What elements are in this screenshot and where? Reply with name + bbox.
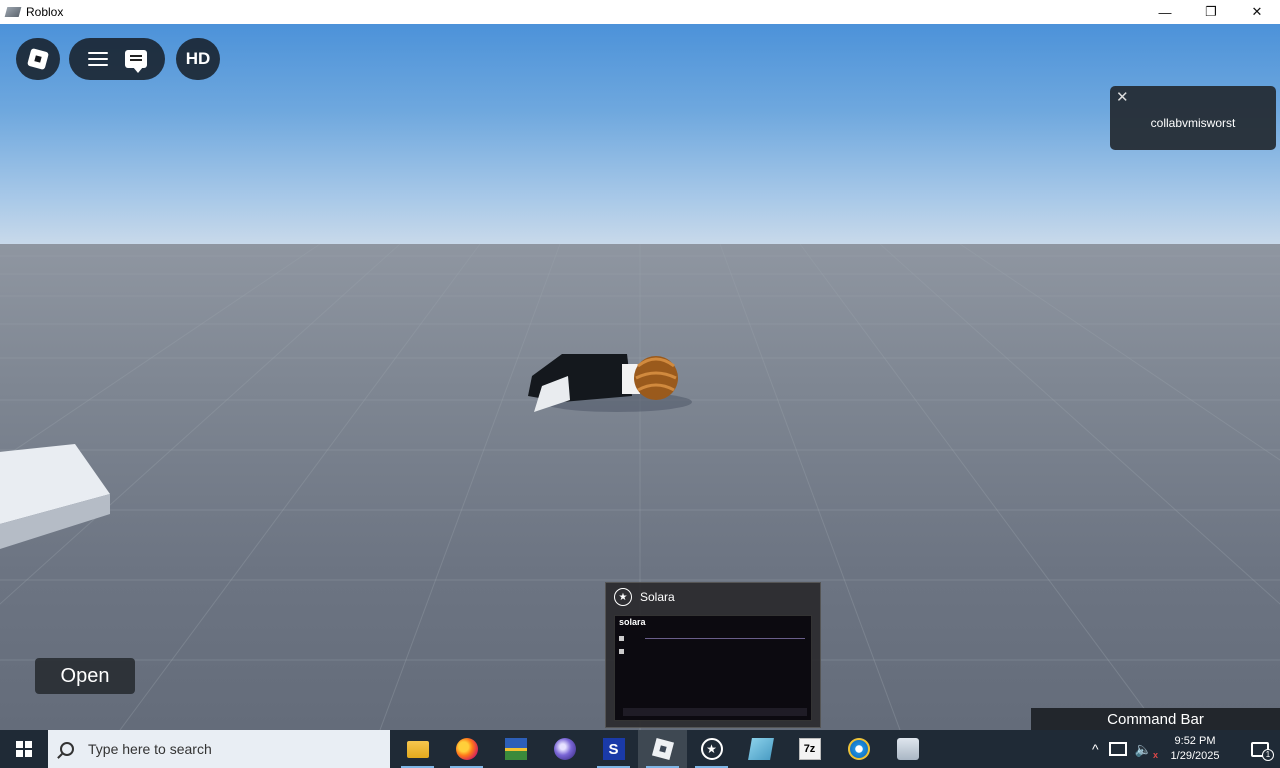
roblox-app-icon	[4, 7, 22, 17]
action-center-button[interactable]: 1	[1240, 730, 1280, 768]
s-app-icon: S	[602, 738, 625, 760]
avatar-character	[528, 354, 692, 412]
camera-button[interactable]	[883, 730, 932, 768]
notification-toast: ✕ collabvmisworst	[1110, 86, 1276, 150]
system-tray: ^ 🔈 x 9:52 PM 1/29/2025 1	[1092, 730, 1280, 768]
volume-icon[interactable]: 🔈 x	[1135, 741, 1158, 760]
gray-block-part	[0, 444, 110, 549]
solara-star-icon: ★	[700, 738, 723, 760]
start-button[interactable]	[0, 730, 48, 768]
open-button[interactable]: Open	[35, 658, 135, 694]
notification-close-icon[interactable]: ✕	[1116, 88, 1129, 106]
roblox-taskbar-button[interactable]	[638, 730, 687, 768]
minimize-button[interactable]: —	[1142, 0, 1188, 24]
preview-sidebar	[619, 636, 625, 686]
roblox-logo-icon	[26, 47, 50, 71]
taskbar-pinned-apps: S ★ 7z	[393, 730, 932, 768]
muted-mark-icon: x	[1152, 749, 1158, 760]
clock-date: 1/29/2025	[1170, 750, 1220, 762]
preview-tab-line	[645, 638, 805, 639]
tor-orb-button[interactable]	[540, 730, 589, 768]
roblox-menu-button[interactable]	[16, 38, 60, 80]
7zip-button[interactable]: 7z	[785, 730, 834, 768]
internet-explorer-icon	[847, 738, 870, 760]
menu-chat-group	[69, 38, 165, 80]
thumbnail-header: ★ Solara	[606, 583, 820, 611]
preview-toolbar	[623, 708, 807, 716]
notification-count: 1	[1262, 749, 1274, 761]
tor-orb-icon	[553, 738, 576, 760]
command-bar[interactable]: Command Bar	[1031, 708, 1280, 730]
notification-text: collabvmisworst	[1150, 116, 1236, 130]
roblox-icon	[651, 737, 674, 761]
file-explorer-icon	[406, 740, 429, 758]
clock-time: 9:52 PM	[1174, 735, 1216, 747]
file-explorer-button[interactable]	[393, 730, 442, 768]
search-placeholder: Type here to search	[88, 741, 212, 757]
network-icon[interactable]	[1108, 742, 1127, 756]
s-app-button[interactable]: S	[589, 730, 638, 768]
camera-icon	[896, 738, 919, 760]
preview-title: solara	[619, 617, 646, 627]
chat-icon[interactable]	[124, 50, 147, 73]
taskbar-search-box[interactable]: Type here to search	[48, 730, 390, 768]
show-hidden-icons-chevron-icon[interactable]: ^	[1092, 741, 1099, 757]
window-titlebar: Roblox — ❐ ✕	[0, 0, 1280, 24]
windows-logo-icon	[16, 741, 32, 757]
thumbnail-window-preview: solara	[614, 615, 812, 721]
windows-taskbar: Type here to search S ★ 7z ^ 🔈 x 9:52 PM …	[0, 730, 1280, 768]
solara-taskbar-button[interactable]: ★	[687, 730, 736, 768]
internet-explorer-button[interactable]	[834, 730, 883, 768]
star-icon: ★	[614, 588, 632, 606]
thumbnail-title: Solara	[640, 590, 675, 604]
hd-admin-button[interactable]: HD	[176, 38, 220, 80]
photos-icon	[504, 738, 527, 760]
close-button[interactable]: ✕	[1234, 0, 1280, 24]
book-icon	[747, 738, 774, 760]
firefox-button[interactable]	[442, 730, 491, 768]
restore-button[interactable]: ❐	[1188, 0, 1234, 24]
book-button[interactable]	[736, 730, 785, 768]
window-title: Roblox	[26, 5, 64, 19]
solara-thumbnail-preview[interactable]: ★ Solara solara	[605, 582, 821, 728]
taskbar-clock[interactable]: 9:52 PM 1/29/2025	[1164, 734, 1226, 764]
photos-button[interactable]	[491, 730, 540, 768]
search-icon	[60, 742, 74, 756]
window-controls: — ❐ ✕	[1142, 0, 1280, 24]
hamburger-menu-icon[interactable]	[87, 52, 108, 66]
7zip-icon: 7z	[798, 738, 821, 760]
firefox-icon	[455, 738, 478, 760]
